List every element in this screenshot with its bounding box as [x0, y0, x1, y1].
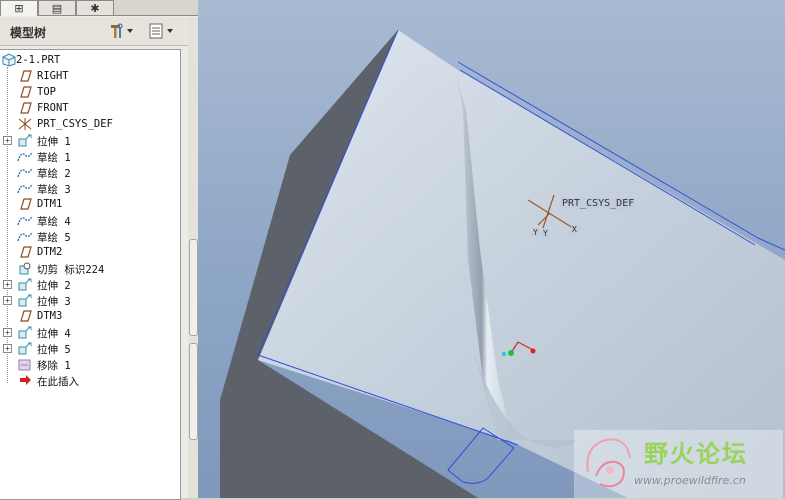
splitter-grip[interactable]	[189, 343, 198, 440]
extrude-icon	[18, 294, 32, 307]
show-options-icon	[149, 23, 163, 39]
sketch-icon	[17, 231, 33, 242]
tree-root-label: 2-1.PRT	[16, 54, 61, 66]
tree-root[interactable]: 2-1.PRT	[0, 52, 178, 68]
sketch-icon	[17, 167, 33, 178]
model-tree-panel: ⊞ ▤ ✱ 模型树 2-1.PRT RIGHT TOP FRONT PRT_CS…	[0, 0, 199, 500]
tree-item-label: TOP	[37, 86, 56, 98]
tree-item-label: DTM1	[37, 198, 63, 210]
model-render	[220, 29, 785, 498]
datum-plane-icon	[20, 246, 32, 258]
tree-item[interactable]: 切剪 标识224	[0, 260, 178, 276]
extrude-icon	[18, 326, 32, 339]
datum-plane-icon	[20, 86, 32, 98]
tree-item-label: 拉伸 3	[37, 296, 71, 308]
tree-item[interactable]: + 拉伸 4	[0, 324, 178, 340]
watermark-title: 野火论坛	[644, 440, 748, 468]
sketch-icon	[17, 183, 33, 194]
watermark-url: www.proewildfire.cn	[634, 474, 746, 487]
tree-item[interactable]: 草绘 2	[0, 164, 178, 180]
expand-toggle[interactable]: +	[3, 136, 12, 145]
tree-header: 模型树	[0, 17, 188, 46]
graphics-viewport[interactable]: PRT_CSYS_DEF Y Y X 野火论坛 www.proewildfire…	[198, 0, 785, 498]
sketch-icon	[17, 151, 33, 162]
panel-title: 模型树	[10, 26, 47, 40]
tree-item[interactable]: + 拉伸 1	[0, 132, 178, 148]
insert-here-arrow-icon	[20, 375, 31, 385]
remove-icon	[18, 359, 31, 371]
show-options-button[interactable]	[148, 22, 174, 40]
axis-label: Y	[532, 228, 539, 237]
tree-item-label: 拉伸 1	[37, 136, 71, 148]
model-tree: 2-1.PRT RIGHT TOP FRONT PRT_CSYS_DEF + 拉伸 1 草绘…	[0, 49, 181, 500]
tree-item-label: 在此插入	[37, 376, 79, 388]
tree-item-label: DTM3	[37, 310, 63, 322]
tree-item[interactable]: PRT_CSYS_DEF	[0, 116, 178, 132]
tree-item-label: RIGHT	[37, 70, 69, 82]
datum-plane-icon	[20, 102, 32, 114]
extrude-icon	[18, 342, 32, 355]
tree-tab-icon: ⊞	[14, 2, 24, 15]
tree-item-label: 草绘 3	[37, 184, 71, 196]
favorites-tab[interactable]: ✱	[76, 0, 114, 15]
tree-item[interactable]: DTM3	[0, 308, 178, 324]
tree-item-label: DTM2	[37, 246, 63, 258]
csys-label: PRT_CSYS_DEF	[560, 198, 637, 209]
tree-item[interactable]: DTM2	[0, 244, 178, 260]
axis-label: X	[571, 225, 578, 234]
tree-item[interactable]: 草绘 3	[0, 180, 178, 196]
tree-tab[interactable]: ⊞	[0, 0, 38, 16]
expand-toggle[interactable]: +	[3, 296, 12, 305]
settings-button[interactable]	[108, 22, 134, 40]
tree-item-label: 切剪 标识224	[37, 264, 105, 276]
tree-item[interactable]: + 拉伸 5	[0, 340, 178, 356]
tree-item-label: 草绘 1	[37, 152, 71, 164]
tree-item-label: 草绘 2	[37, 168, 71, 180]
folder-tab[interactable]: ▤	[38, 0, 76, 15]
cut-icon	[19, 262, 31, 275]
expand-toggle[interactable]: +	[3, 344, 12, 353]
chevron-down-icon	[127, 29, 133, 33]
folder-tab-icon: ▤	[51, 1, 63, 15]
expand-toggle[interactable]: +	[3, 280, 12, 289]
tree-item[interactable]: 草绘 4	[0, 212, 178, 228]
sketch-icon	[17, 215, 33, 226]
tree-item[interactable]: FRONT	[0, 100, 178, 116]
panel-tab-strip: ⊞ ▤ ✱	[0, 0, 198, 16]
tree-item-label: 草绘 5	[37, 232, 71, 244]
tree-item[interactable]: 在此插入	[0, 372, 178, 388]
hammer-settings-icon	[111, 23, 123, 38]
expand-toggle[interactable]: +	[3, 328, 12, 337]
extrude-icon	[18, 134, 32, 147]
datum-plane-icon	[20, 70, 32, 82]
extrude-icon	[18, 278, 32, 291]
csys-icon	[18, 118, 32, 130]
tree-item-label: 拉伸 4	[37, 328, 71, 340]
tree-item[interactable]: 移除 1	[0, 356, 178, 372]
tree-item[interactable]: TOP	[0, 84, 178, 100]
axis-label: Y	[542, 229, 549, 238]
datum-plane-icon	[20, 198, 32, 210]
tree-item[interactable]: 草绘 5	[0, 228, 178, 244]
panel-splitter[interactable]	[188, 17, 198, 498]
tree-item[interactable]: + 拉伸 2	[0, 276, 178, 292]
favorites-tab-icon: ✱	[90, 1, 100, 15]
tree-item-label: 草绘 4	[37, 216, 71, 228]
splitter-grip[interactable]	[189, 239, 198, 336]
tree-item-label: 拉伸 5	[37, 344, 71, 356]
tree-item[interactable]: + 拉伸 3	[0, 292, 178, 308]
tree-item-label: 移除 1	[37, 360, 71, 372]
tree-item-label: 拉伸 2	[37, 280, 71, 292]
chevron-down-icon	[167, 29, 173, 33]
part-icon	[2, 53, 16, 67]
tree-item[interactable]: DTM1	[0, 196, 178, 212]
datum-plane-icon	[20, 310, 32, 322]
forum-logo-icon	[586, 438, 631, 488]
tree-item[interactable]: 草绘 1	[0, 148, 178, 164]
tree-item-label: PRT_CSYS_DEF	[37, 118, 113, 130]
tree-item[interactable]: RIGHT	[0, 68, 178, 84]
tree-item-label: FRONT	[37, 102, 69, 114]
watermark: 野火论坛 www.proewildfire.cn	[574, 430, 783, 498]
